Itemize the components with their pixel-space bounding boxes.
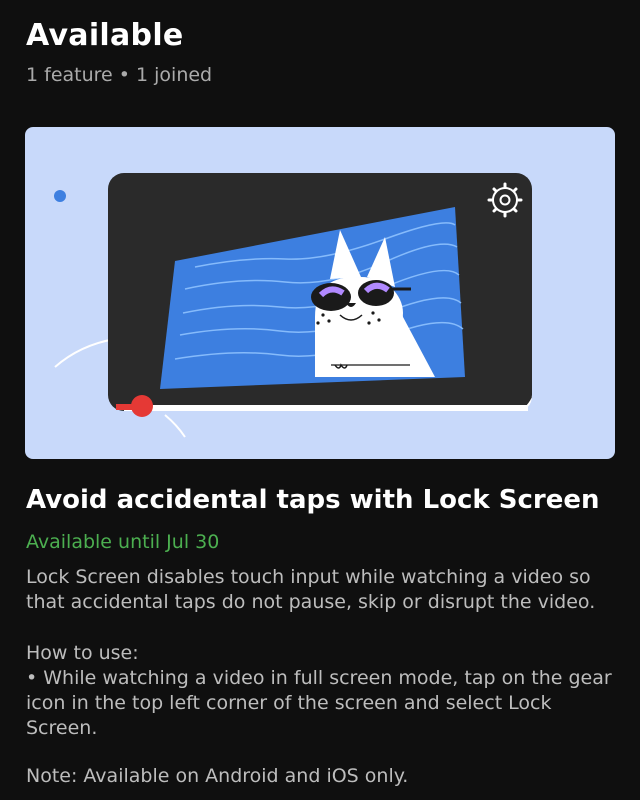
feature-title: Avoid accidental taps with Lock Screen (26, 485, 600, 515)
section-subtitle: 1 feature • 1 joined (26, 64, 213, 86)
decorative-dot (54, 190, 66, 202)
feature-illustration-svg (25, 127, 615, 459)
video-bottom-bar (124, 405, 528, 411)
how-to-use-heading: How to use: (26, 642, 139, 664)
progress-scrubber (131, 395, 153, 417)
feature-illustration[interactable] (25, 127, 615, 459)
how-to-use-step: • While watching a video in full screen … (26, 667, 612, 739)
how-to-use-section: How to use: • While watching a video in … (26, 641, 616, 741)
section-title: Available (26, 18, 184, 53)
availability-status: Available until Jul 30 (26, 531, 220, 553)
feature-description: Lock Screen disables touch input while w… (26, 566, 596, 613)
availability-note: Note: Available on Android and iOS only. (26, 765, 409, 787)
